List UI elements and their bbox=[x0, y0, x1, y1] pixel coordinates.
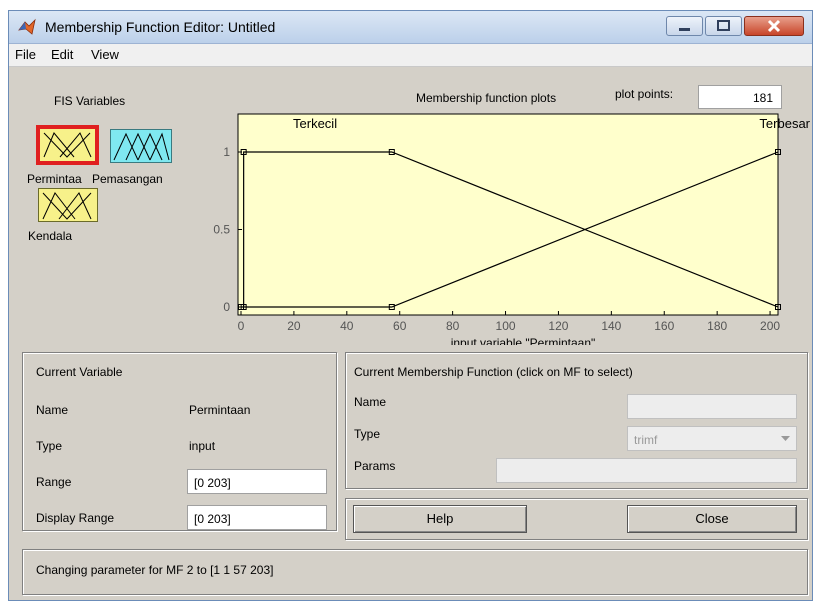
y-tick-label: 0 bbox=[223, 300, 230, 314]
mf-type-value: trimf bbox=[634, 433, 658, 447]
status-panel: Changing parameter for MF 2 to [1 1 57 2… bbox=[22, 549, 808, 595]
help-button[interactable]: Help bbox=[353, 505, 527, 533]
mf-editor-window: Membership Function Editor: Untitled Fil… bbox=[8, 10, 813, 601]
control-area: Current Variable Name Permintaan Type in… bbox=[9, 347, 812, 600]
display-range-input[interactable]: [0 203] bbox=[187, 505, 327, 530]
button-panel: Help Close bbox=[345, 498, 808, 540]
status-text: Changing parameter for MF 2 to [1 1 57 2… bbox=[36, 563, 274, 577]
variable-name-label: Name bbox=[36, 403, 69, 417]
x-tick-label: 100 bbox=[496, 319, 516, 333]
maximize-button[interactable] bbox=[705, 16, 742, 36]
y-tick-label: 0.5 bbox=[213, 223, 230, 237]
x-tick-label: 80 bbox=[446, 319, 460, 333]
menu-view[interactable]: View bbox=[91, 47, 119, 62]
mf-params-input[interactable] bbox=[496, 458, 797, 483]
plot-area: FIS Variables Permintaa Pemasangan Kenda… bbox=[9, 67, 812, 345]
range-input[interactable]: [0 203] bbox=[187, 469, 327, 494]
mf-type-label: Type bbox=[354, 427, 381, 441]
plot-frame bbox=[237, 113, 779, 316]
x-axis-label: input variable "Permintaan" bbox=[451, 336, 596, 345]
variable-type-value: input bbox=[189, 439, 216, 453]
x-tick-label: 160 bbox=[654, 319, 674, 333]
mf-params-label: Params bbox=[354, 459, 396, 473]
maximize-icon bbox=[717, 20, 730, 31]
variable-type-label: Type bbox=[36, 439, 63, 453]
x-tick-label: 140 bbox=[601, 319, 621, 333]
close-icon bbox=[767, 19, 781, 33]
x-tick-label: 120 bbox=[548, 319, 568, 333]
title-bar[interactable]: Membership Function Editor: Untitled bbox=[9, 11, 812, 44]
mf-label-terbesar: Terbesar bbox=[759, 116, 810, 131]
current-mf-heading: Current Membership Function (click on MF… bbox=[354, 365, 633, 379]
current-mf-panel: Current Membership Function (click on MF… bbox=[345, 352, 808, 489]
x-tick-label: 180 bbox=[707, 319, 727, 333]
mf-type-select[interactable]: trimf bbox=[627, 426, 797, 451]
mf-name-input[interactable] bbox=[627, 394, 797, 419]
matlab-logo-icon bbox=[18, 18, 36, 35]
minimize-icon bbox=[679, 28, 690, 31]
current-variable-heading: Current Variable bbox=[36, 365, 123, 379]
chevron-down-icon bbox=[781, 436, 790, 441]
close-window-button[interactable] bbox=[744, 16, 804, 36]
mf-label-terkecil: Terkecil bbox=[293, 116, 337, 131]
y-tick-label: 1 bbox=[223, 145, 230, 159]
variable-name-value: Permintaan bbox=[189, 403, 251, 417]
window-title: Membership Function Editor: Untitled bbox=[45, 19, 276, 35]
menu-bar: File Edit View bbox=[9, 44, 812, 67]
x-tick-label: 20 bbox=[287, 319, 301, 333]
close-button[interactable]: Close bbox=[627, 505, 797, 533]
menu-edit[interactable]: Edit bbox=[51, 47, 73, 62]
range-label: Range bbox=[36, 475, 72, 489]
current-variable-panel: Current Variable Name Permintaan Type in… bbox=[22, 352, 337, 531]
display-range-label: Display Range bbox=[36, 511, 115, 525]
x-tick-label: 40 bbox=[340, 319, 354, 333]
x-tick-label: 200 bbox=[760, 319, 780, 333]
x-tick-label: 60 bbox=[393, 319, 407, 333]
minimize-button[interactable] bbox=[666, 16, 703, 36]
membership-function-plot[interactable]: 0 0.5 1 0 20 40 60 80 100 120 140 160 180 200 input va… bbox=[9, 67, 814, 345]
mf-name-label: Name bbox=[354, 395, 387, 409]
menu-file[interactable]: File bbox=[15, 47, 36, 62]
x-tick-label: 0 bbox=[238, 319, 245, 333]
